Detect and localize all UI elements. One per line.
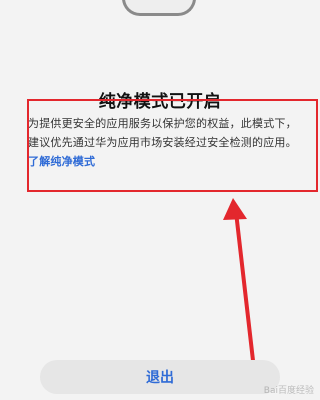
annotation-arrow-icon <box>223 198 257 380</box>
exit-button[interactable]: 退出 <box>40 360 280 394</box>
watermark: Bai百度经验 <box>263 386 314 396</box>
